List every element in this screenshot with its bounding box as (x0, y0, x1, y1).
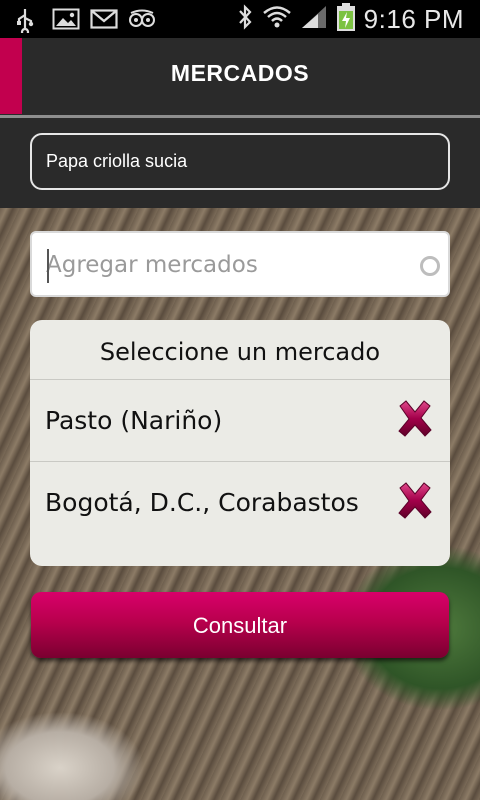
consultar-button[interactable]: Consultar (31, 592, 449, 658)
market-row: Pasto (Nariño) (30, 380, 450, 462)
gallery-icon (52, 7, 80, 31)
system-icons: 9:16 PM (236, 2, 464, 37)
bluetooth-icon (236, 3, 254, 36)
gmail-icon (90, 7, 118, 31)
status-bar: 9:16 PM (0, 0, 480, 38)
clock-time: 9:16 PM (363, 3, 464, 34)
market-label: Pasto (Nariño) (45, 406, 223, 435)
wifi-icon (262, 4, 292, 35)
notification-icons (14, 5, 155, 37)
add-market-input[interactable] (46, 245, 406, 285)
panel-title: Seleccione un mercado (30, 320, 450, 380)
market-row: Bogotá, D.C., Corabastos (30, 462, 450, 544)
battery-charging-icon (336, 2, 356, 37)
text-cursor (47, 249, 49, 283)
market-selection-panel: Seleccione un mercado Pasto (Nariño) Bog… (30, 320, 450, 566)
usb-icon (14, 7, 40, 37)
product-field[interactable]: Papa criolla sucia (30, 133, 450, 190)
add-market-field[interactable] (30, 231, 450, 297)
app-header: MERCADOS (0, 38, 480, 118)
loading-circle-icon (420, 256, 440, 276)
remove-market-icon[interactable] (394, 480, 436, 524)
market-label: Bogotá, D.C., Corabastos (45, 488, 359, 517)
remove-market-icon[interactable] (394, 398, 436, 442)
tripadvisor-owl-icon (128, 7, 155, 31)
product-band: Papa criolla sucia (0, 118, 480, 210)
page-title: MERCADOS (170, 60, 310, 86)
signal-icon (300, 4, 328, 35)
